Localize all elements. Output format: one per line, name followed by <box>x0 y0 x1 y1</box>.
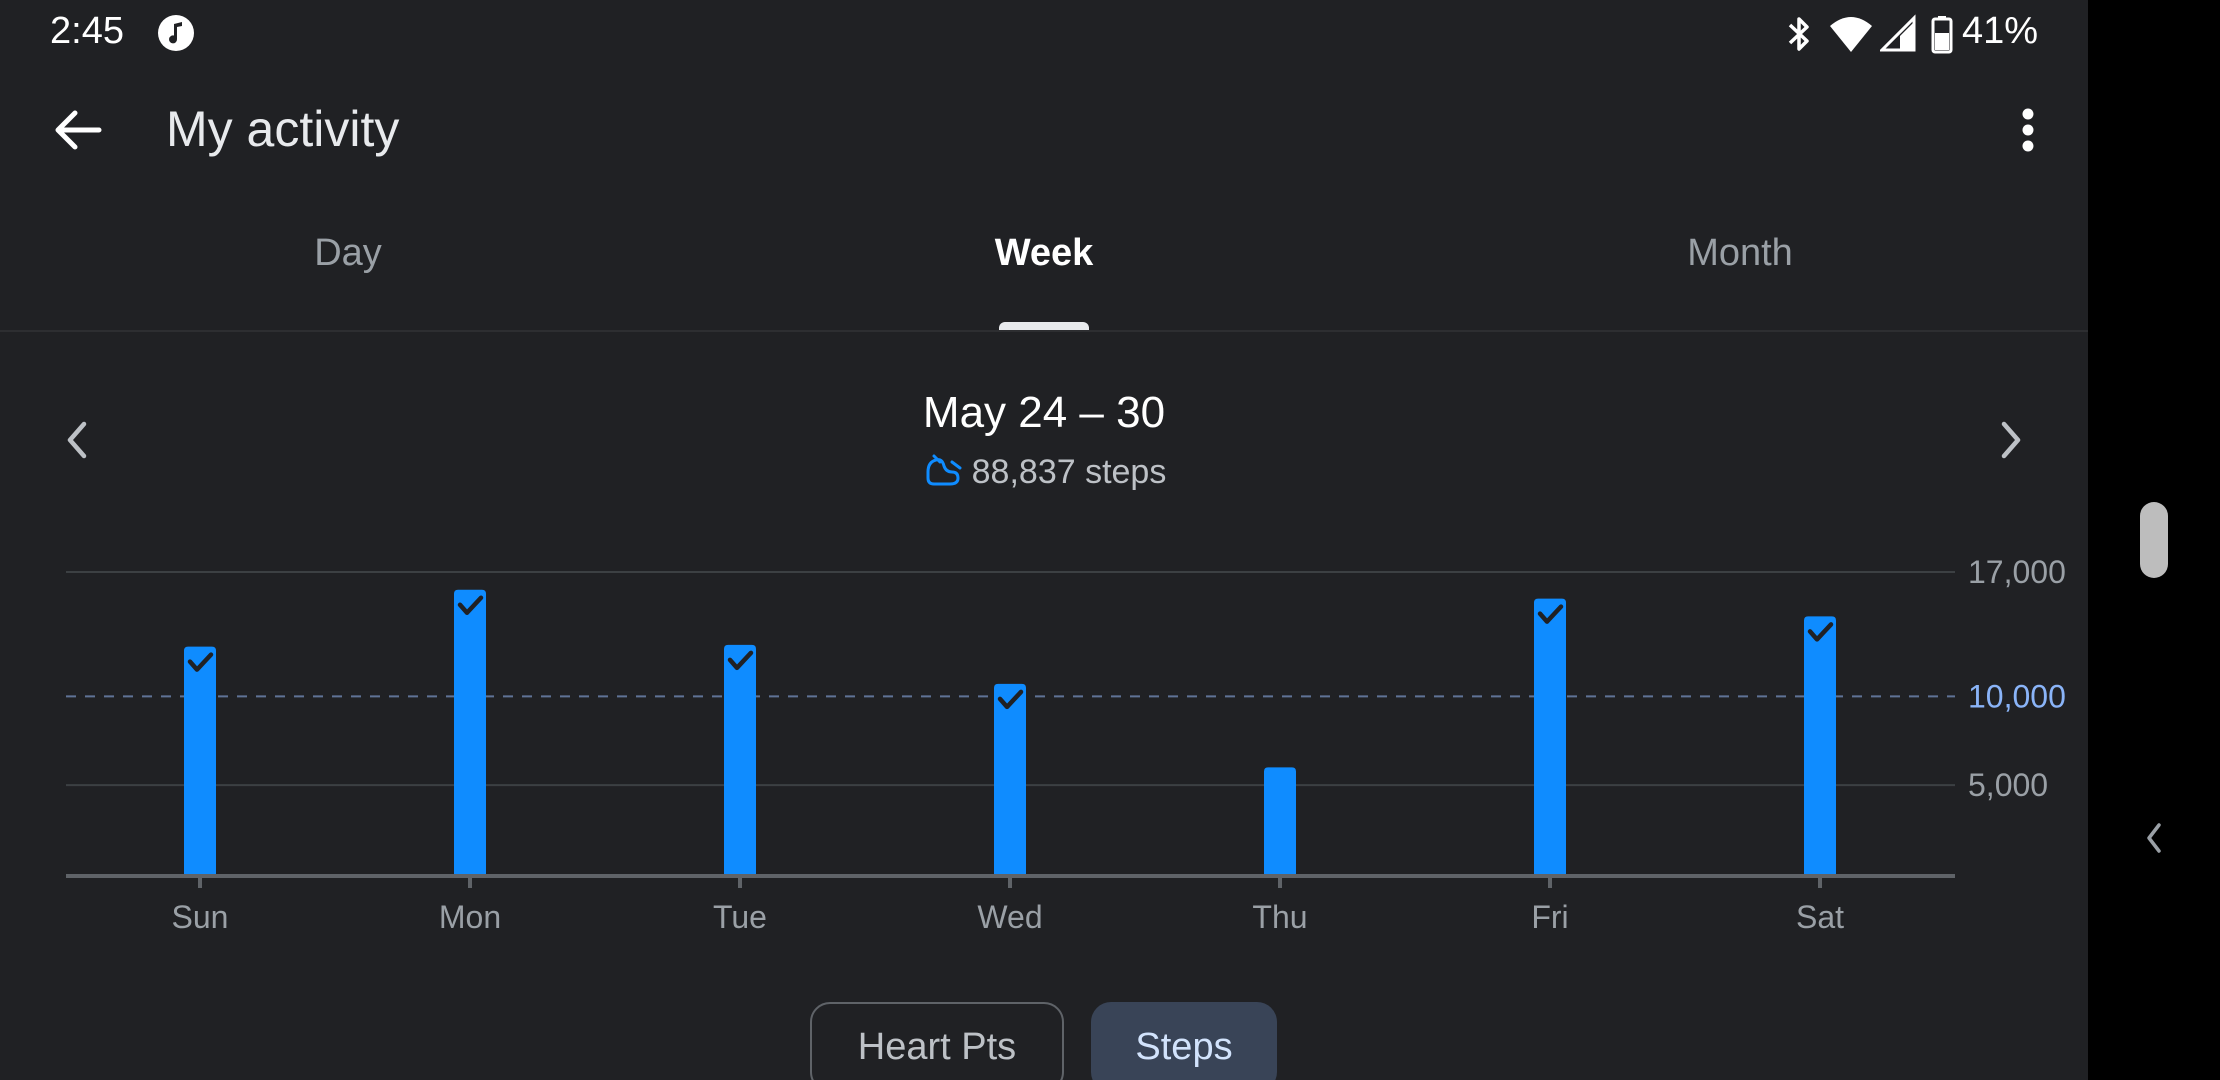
bar-thu <box>1264 767 1296 874</box>
next-week-button[interactable] <box>1976 402 2046 482</box>
x-tick-label: Mon <box>439 899 501 935</box>
bar-tue <box>724 644 756 874</box>
bar-sun <box>184 646 216 874</box>
tab-week[interactable]: Week <box>696 232 1392 275</box>
scroll-handle[interactable] <box>2140 502 2168 578</box>
bar-wed <box>994 683 1026 874</box>
chevron-right-icon <box>1996 418 2026 467</box>
y-tick-label: 5,000 <box>1968 767 2048 803</box>
steps-icon <box>922 452 964 493</box>
edge-panel-button[interactable] <box>2134 818 2174 862</box>
cellular-icon <box>1880 10 1918 58</box>
battery-icon <box>1930 10 1954 58</box>
period-total: 88,837 steps <box>744 452 1344 493</box>
x-tick-label: Sun <box>172 899 229 935</box>
arrow-back-icon <box>53 108 103 157</box>
period-total-text: 88,837 steps <box>971 453 1167 491</box>
more-vert-icon <box>2021 106 2035 159</box>
heart-pts-chip[interactable]: Heart Pts <box>810 1002 1064 1080</box>
status-time: 2:45 <box>50 10 124 52</box>
music-icon <box>158 15 194 51</box>
page-title: My activity <box>166 101 400 157</box>
app-screen: 2:45 41% My activity Day Week Month May … <box>0 0 2088 1080</box>
bluetooth-icon <box>1784 10 1814 58</box>
tab-indicator <box>999 322 1089 330</box>
y-tick-label: 17,000 <box>1968 554 2066 590</box>
tab-day[interactable]: Day <box>0 232 696 275</box>
x-tick-label: Sat <box>1796 899 1844 935</box>
x-tick-label: Wed <box>977 899 1042 935</box>
battery-percent: 41% <box>1962 10 2039 52</box>
back-button[interactable] <box>44 98 112 166</box>
bar-mon <box>454 589 486 874</box>
steps-chip[interactable]: Steps <box>1091 1002 1277 1080</box>
x-tick-label: Tue <box>713 899 767 935</box>
wifi-icon <box>1828 10 1874 58</box>
chevron-left-icon <box>62 418 92 467</box>
period-range: May 24 – 30 <box>922 388 1166 437</box>
chevron-left-icon <box>2144 821 2164 860</box>
tab-divider <box>0 330 2088 332</box>
bar-sat <box>1804 616 1836 874</box>
bar-fri <box>1534 598 1566 874</box>
previous-week-button[interactable] <box>42 402 112 482</box>
more-options-button[interactable] <box>1998 98 2058 166</box>
x-tick-label: Thu <box>1252 899 1307 935</box>
tab-month[interactable]: Month <box>1392 232 2088 275</box>
x-tick-label: Fri <box>1531 899 1568 935</box>
goal-label: 10,000 <box>1968 678 2066 714</box>
weekly-steps-chart: 17,000 5,000 10,000 Sun Mon Tue Wed Thu Fri Sat <box>66 554 2066 935</box>
